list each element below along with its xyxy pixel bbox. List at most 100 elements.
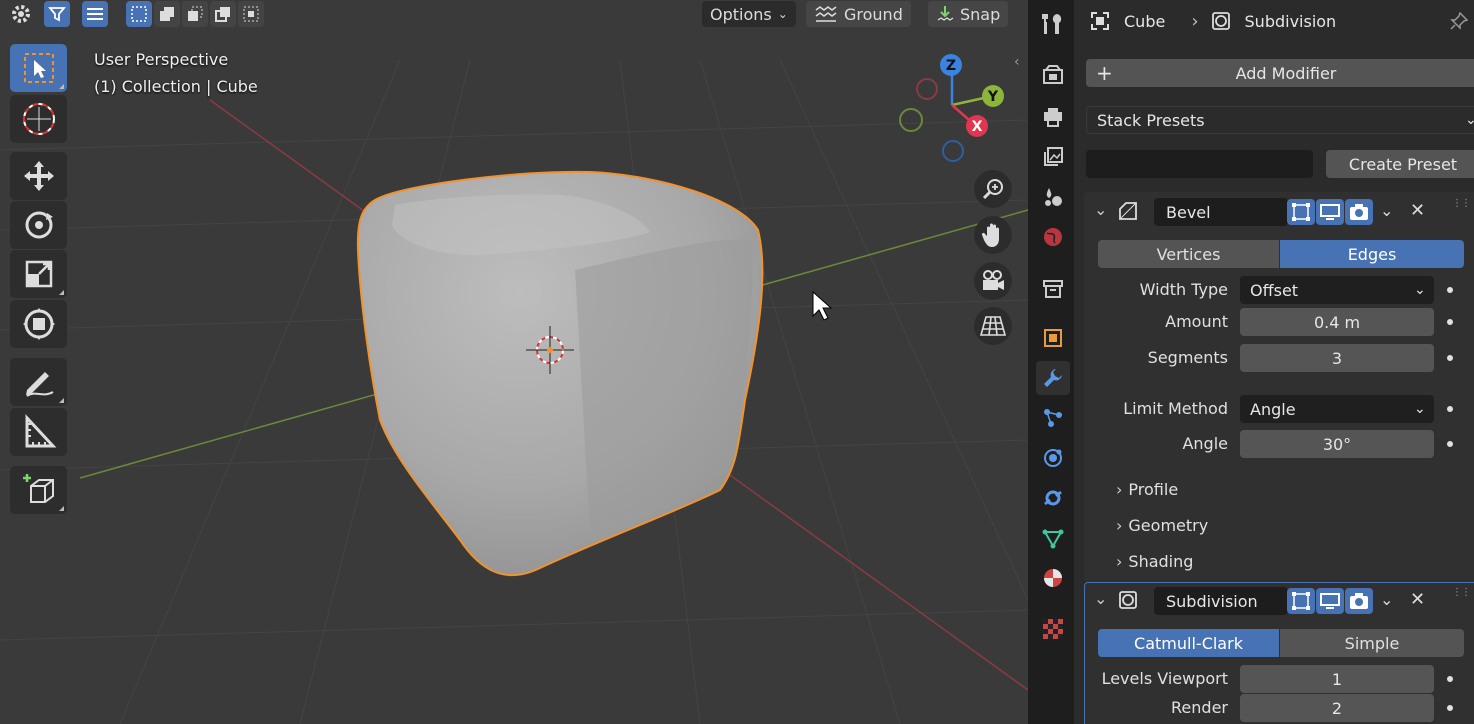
width-type-dropdown[interactable]: Offset ⌄ [1240, 276, 1434, 304]
subdivision-tab-simple[interactable]: Simple [1280, 629, 1464, 657]
viewport-display-toggle[interactable] [1316, 199, 1344, 225]
render-toggle[interactable] [1345, 199, 1373, 225]
levels-viewport-field[interactable]: 1 [1240, 665, 1434, 693]
render-levels-field[interactable]: 2 [1240, 694, 1434, 722]
angle-label: Angle [1182, 434, 1228, 453]
shading-subpanel[interactable]: › Shading [1116, 552, 1193, 571]
add-cube-tool[interactable] [10, 466, 67, 514]
subdivision-name-input[interactable]: Subdivision [1154, 587, 1288, 615]
scale-tool[interactable] [10, 250, 67, 298]
data-properties-tab[interactable] [1036, 521, 1070, 555]
close-icon[interactable]: ✕ [1410, 589, 1425, 610]
output-properties-tab[interactable] [1036, 100, 1070, 134]
pan-button[interactable] [974, 216, 1012, 254]
edit-mode-toggle[interactable] [1287, 199, 1315, 225]
zoom-button[interactable] [974, 170, 1012, 208]
profile-subpanel[interactable]: › Profile [1116, 480, 1178, 499]
stack-presets-label: Stack Presets [1097, 110, 1205, 130]
constraints-properties-tab[interactable] [1036, 481, 1070, 515]
move-tool[interactable] [10, 152, 67, 200]
bevel-tab-vertices[interactable]: Vertices [1098, 240, 1279, 268]
keyframe-dot[interactable] [1447, 406, 1453, 412]
chevron-down-icon[interactable]: ⌄ [1380, 201, 1393, 220]
material-properties-tab[interactable] [1036, 561, 1070, 595]
gear-icon[interactable] [8, 1, 34, 27]
bevel-name-input[interactable]: Bevel [1154, 198, 1288, 226]
geometry-subpanel[interactable]: › Geometry [1116, 516, 1208, 535]
render-properties-tab[interactable] [1036, 58, 1070, 92]
keyframe-dot[interactable] [1447, 319, 1453, 325]
select-box-tool[interactable] [10, 44, 67, 92]
width-type-label: Width Type [1139, 280, 1228, 299]
viewport-scene [0, 59, 1028, 724]
chevron-right-icon: › [1116, 552, 1123, 571]
3d-viewport[interactable]: Options ⌄ Ground Snap User Perspective (… [0, 0, 1028, 724]
snap-button[interactable]: Snap [928, 1, 1009, 27]
collapse-sidebar-arrow[interactable]: ‹ [1014, 54, 1020, 70]
keyframe-dot[interactable] [1447, 287, 1453, 293]
3d-cursor-icon [22, 103, 55, 135]
rotate-tool[interactable] [10, 201, 67, 249]
world-properties-tab[interactable] [1036, 220, 1070, 254]
keyframe-dot[interactable] [1447, 705, 1453, 711]
create-preset-button[interactable]: Create Preset [1326, 150, 1474, 178]
angle-field[interactable]: 30° [1240, 430, 1434, 458]
viewport-display-toggle[interactable] [1316, 588, 1344, 614]
view-layer-properties-tab[interactable] [1036, 140, 1070, 174]
drag-handle-icon[interactable]: ⋮⋮⋮ [1452, 198, 1474, 209]
expand-chevron-icon[interactable]: ⌄ [1094, 589, 1107, 608]
render-levels-value: 2 [1331, 698, 1343, 718]
material-icon [1044, 569, 1062, 587]
scene-properties-tab[interactable] [1036, 180, 1070, 214]
drag-handle-icon[interactable]: ⋮⋮⋮ [1452, 587, 1474, 598]
camera-view-button[interactable] [974, 262, 1012, 300]
perspective-toggle-button[interactable] [974, 307, 1012, 345]
properties-editor: Cube › Subdivision + Add Modifier Stack … [1074, 0, 1474, 724]
limit-method-dropdown[interactable]: Angle ⌄ [1240, 395, 1434, 423]
navigation-gizmo[interactable]: Z Y X [890, 50, 1010, 170]
cursor-tool[interactable] [10, 95, 67, 143]
tool-properties-tab[interactable] [1034, 6, 1070, 42]
select-new-icon[interactable] [126, 1, 152, 27]
pin-icon[interactable] [1450, 12, 1468, 30]
modifier-properties-tab[interactable] [1036, 361, 1070, 395]
amount-value: 0.4 m [1313, 312, 1361, 332]
profile-subpanel-label: Profile [1128, 480, 1179, 499]
segments-field[interactable]: 3 [1240, 344, 1434, 372]
chevron-right-icon: › [1191, 10, 1199, 32]
filter-icon[interactable] [44, 1, 70, 27]
options-dropdown[interactable]: Options ⌄ [702, 1, 796, 27]
transform-tool[interactable] [10, 300, 67, 348]
texture-properties-tab[interactable] [1036, 612, 1070, 646]
checker-texture-icon [1043, 619, 1063, 639]
edit-mode-toggle[interactable] [1287, 588, 1315, 614]
annotate-tool[interactable] [10, 358, 67, 406]
stack-presets-dropdown[interactable]: Stack Presets ⌄ [1086, 106, 1474, 134]
subdivision-tab-catmull-clark[interactable]: Catmull-Clark [1098, 629, 1279, 657]
add-modifier-button[interactable]: + Add Modifier [1086, 59, 1474, 87]
keyframe-dot[interactable] [1447, 355, 1453, 361]
select-difference-icon[interactable] [210, 1, 236, 27]
select-intersect-icon[interactable] [238, 1, 264, 27]
particles-properties-tab[interactable] [1036, 401, 1070, 435]
chevron-down-icon[interactable]: ⌄ [1380, 590, 1393, 609]
limit-method-label: Limit Method [1123, 399, 1228, 418]
chevron-right-icon: › [1116, 516, 1123, 535]
preset-name-input[interactable] [1086, 150, 1313, 178]
select-subtract-icon[interactable] [182, 1, 208, 27]
select-extend-icon[interactable] [154, 1, 180, 27]
keyframe-dot[interactable] [1447, 441, 1453, 447]
object-properties-tab[interactable] [1036, 321, 1070, 355]
keyframe-dot[interactable] [1447, 676, 1453, 682]
ground-button[interactable]: Ground [806, 1, 911, 27]
bevel-tab-edges[interactable]: Edges [1280, 240, 1464, 268]
amount-field[interactable]: 0.4 m [1240, 308, 1434, 336]
measure-tool[interactable] [10, 408, 67, 456]
expand-chevron-icon[interactable]: ⌄ [1094, 200, 1107, 219]
menu-icon[interactable] [82, 1, 108, 27]
perspective-label: User Perspective [94, 50, 229, 69]
render-toggle[interactable] [1345, 588, 1373, 614]
collection-properties-tab[interactable] [1036, 272, 1070, 306]
physics-properties-tab[interactable] [1036, 441, 1070, 475]
close-icon[interactable]: ✕ [1410, 200, 1425, 221]
